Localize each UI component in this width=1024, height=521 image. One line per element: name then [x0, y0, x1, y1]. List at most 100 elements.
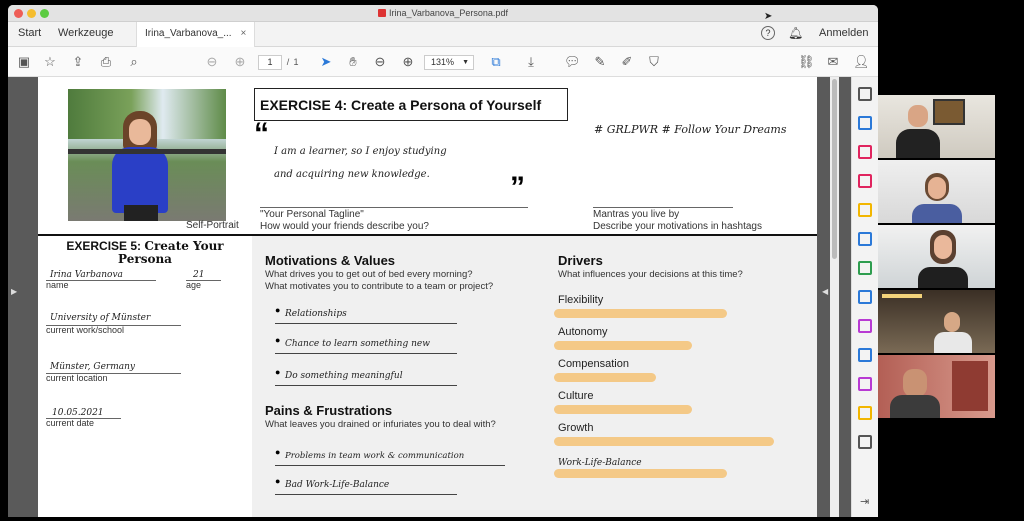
photo-face — [129, 119, 151, 145]
pdf-page: Self-Portrait EXERCISE 4: Create a Perso… — [38, 77, 817, 517]
video-tile-3[interactable] — [878, 225, 995, 288]
zoom-level-value: 131% — [431, 57, 455, 67]
pain-item-text: Problems in team work & communication — [285, 451, 465, 461]
name-value: Irina Varbanova — [50, 270, 123, 280]
left-pane-toggle-icon[interactable]: ▶ — [11, 287, 17, 296]
draw-icon[interactable]: ✐ — [619, 54, 635, 70]
driver-label: Culture — [558, 390, 594, 402]
exercise-5-title: EXERCISE 5: Create Your Persona — [38, 240, 252, 266]
hand-tool-icon[interactable]: ✋︎ — [345, 54, 361, 70]
driver-label: Growth — [558, 422, 594, 434]
signin-button[interactable]: Anmelden — [819, 27, 869, 39]
export-excel-icon[interactable] — [858, 261, 872, 275]
page-number-input[interactable]: 1 — [258, 55, 282, 70]
zoom-in-icon[interactable]: ⊕ — [400, 54, 416, 70]
quote-open-mark: “ — [254, 117, 269, 150]
window-title: Irina_Varbanova_Persona.pdf — [8, 8, 878, 18]
scroll-mode-icon[interactable]: ⤓ — [523, 54, 539, 70]
list-item: ● Problems in team work & communication — [275, 445, 505, 466]
exercise-4-title: EXERCISE 4: Create a Persona of Yourself — [254, 88, 568, 121]
title-bar: Irina_Varbanova_Persona.pdf — [8, 5, 878, 22]
bell-icon[interactable]: 🔔︎ — [788, 26, 803, 40]
scrollbar-thumb[interactable] — [832, 79, 837, 259]
page-up-icon[interactable]: ⊖ — [204, 54, 220, 70]
pains-question: What leaves you drained or infuriates yo… — [265, 419, 496, 430]
pdf-file-icon — [378, 9, 387, 17]
driver-bar-track — [554, 405, 776, 414]
age-value: 21 — [193, 270, 205, 280]
list-item: ● Relationships — [275, 303, 457, 324]
driver-bar-fill — [554, 309, 727, 318]
chevron-down-icon: ▼ — [462, 59, 469, 66]
driver-bar-fill — [554, 405, 692, 414]
print-icon[interactable]: ⎙ — [98, 54, 114, 70]
motivations-question-2: What motivates you to contribute to a te… — [265, 281, 494, 292]
select-cursor-icon[interactable]: ➤ — [318, 54, 334, 70]
motivation-item-text: Do something meaningful — [285, 371, 403, 381]
driver-label: Compensation — [558, 358, 629, 370]
vertical-scrollbar[interactable] — [830, 77, 839, 517]
more-tools-icon[interactable] — [858, 435, 872, 449]
wall-painting — [933, 99, 965, 125]
video-tile-1[interactable] — [878, 95, 995, 158]
video-tile-2[interactable] — [878, 160, 995, 223]
date-label: current date — [46, 418, 95, 428]
link-icon[interactable]: ⛓︎ — [798, 54, 815, 70]
bullet-icon: ● — [275, 305, 281, 315]
ex5-top-rule — [38, 234, 252, 236]
combine-files-icon[interactable] — [858, 232, 872, 246]
bullet-icon: ● — [275, 367, 281, 377]
organize-pages-icon[interactable] — [858, 145, 872, 159]
motivations-question-1: What drives you to get out of bed every … — [265, 269, 473, 280]
list-item: ● Do something meaningful — [275, 365, 457, 386]
work-value: University of Münster — [50, 313, 151, 323]
stamp-icon[interactable]: ⛉ — [646, 54, 662, 70]
upload-icon[interactable]: ⇪ — [70, 54, 86, 70]
help-icon[interactable]: ? — [761, 26, 775, 40]
zoom-level-select[interactable]: 131% ▼ — [424, 55, 474, 70]
tab-start[interactable]: Start — [18, 27, 41, 39]
location-value: Münster, Germany — [50, 362, 136, 372]
comment-icon[interactable]: 💬︎ — [564, 54, 581, 70]
mail-icon[interactable]: ✉︎ — [825, 54, 841, 70]
tab-document[interactable]: Irina_Varbanova_... × — [136, 22, 256, 47]
share-user-icon[interactable]: 👤︎ — [853, 54, 870, 70]
scan-ocr-icon[interactable] — [858, 290, 872, 304]
search-icon[interactable]: ⌕ — [126, 54, 142, 70]
page-down-icon[interactable]: ⊕ — [232, 54, 248, 70]
participant-face — [944, 312, 960, 332]
driver-bar-fill — [554, 469, 727, 478]
photo-blue-shirt — [112, 147, 168, 213]
motivation-item-text: Chance to learn something new — [285, 339, 430, 349]
tab-tools[interactable]: Werkzeuge — [58, 27, 113, 39]
tagline-handwriting-line-1: I am a learner, so I enjoy studying — [274, 146, 447, 157]
fill-sign-icon[interactable] — [858, 319, 872, 333]
page-display-icon[interactable]: ⧉ — [488, 54, 504, 70]
send-for-review-icon[interactable] — [858, 406, 872, 420]
participant-face — [903, 369, 927, 397]
video-tile-5[interactable] — [878, 355, 995, 418]
star-icon[interactable]: ☆ — [42, 54, 58, 70]
drivers-title: Drivers — [558, 253, 603, 268]
search-tool-icon[interactable] — [858, 87, 872, 101]
highlight-pen-icon[interactable]: ✎ — [592, 54, 608, 70]
edit-pdf-icon[interactable] — [858, 377, 872, 391]
video-tile-4[interactable] — [878, 290, 995, 353]
export-pdf-icon[interactable] — [858, 116, 872, 130]
motivations-title: Motivations & Values — [265, 253, 396, 268]
zoom-out-icon[interactable]: ⊖ — [372, 54, 388, 70]
create-pdf-icon[interactable] — [858, 174, 872, 188]
mantra-subtitle: Describe your motivations in hashtags — [593, 221, 762, 232]
right-pane-toggle-icon[interactable]: ◀ — [822, 287, 828, 296]
tab-bar: Start Werkzeuge Irina_Varbanova_... × ? 🔔… — [8, 22, 878, 47]
save-icon[interactable]: ▣ — [16, 54, 32, 70]
tab-close-icon[interactable]: × — [241, 28, 247, 39]
protect-icon[interactable] — [858, 348, 872, 362]
comment-icon[interactable] — [858, 203, 872, 217]
collapse-pane-icon[interactable]: ⇥ — [860, 495, 869, 508]
tagline-handwriting-line-2: and acquiring new knowledge. — [274, 169, 430, 180]
participant-face — [934, 235, 952, 259]
room-lights — [882, 294, 922, 298]
participant-shirt — [912, 204, 962, 223]
driver-bar-track — [554, 373, 776, 382]
